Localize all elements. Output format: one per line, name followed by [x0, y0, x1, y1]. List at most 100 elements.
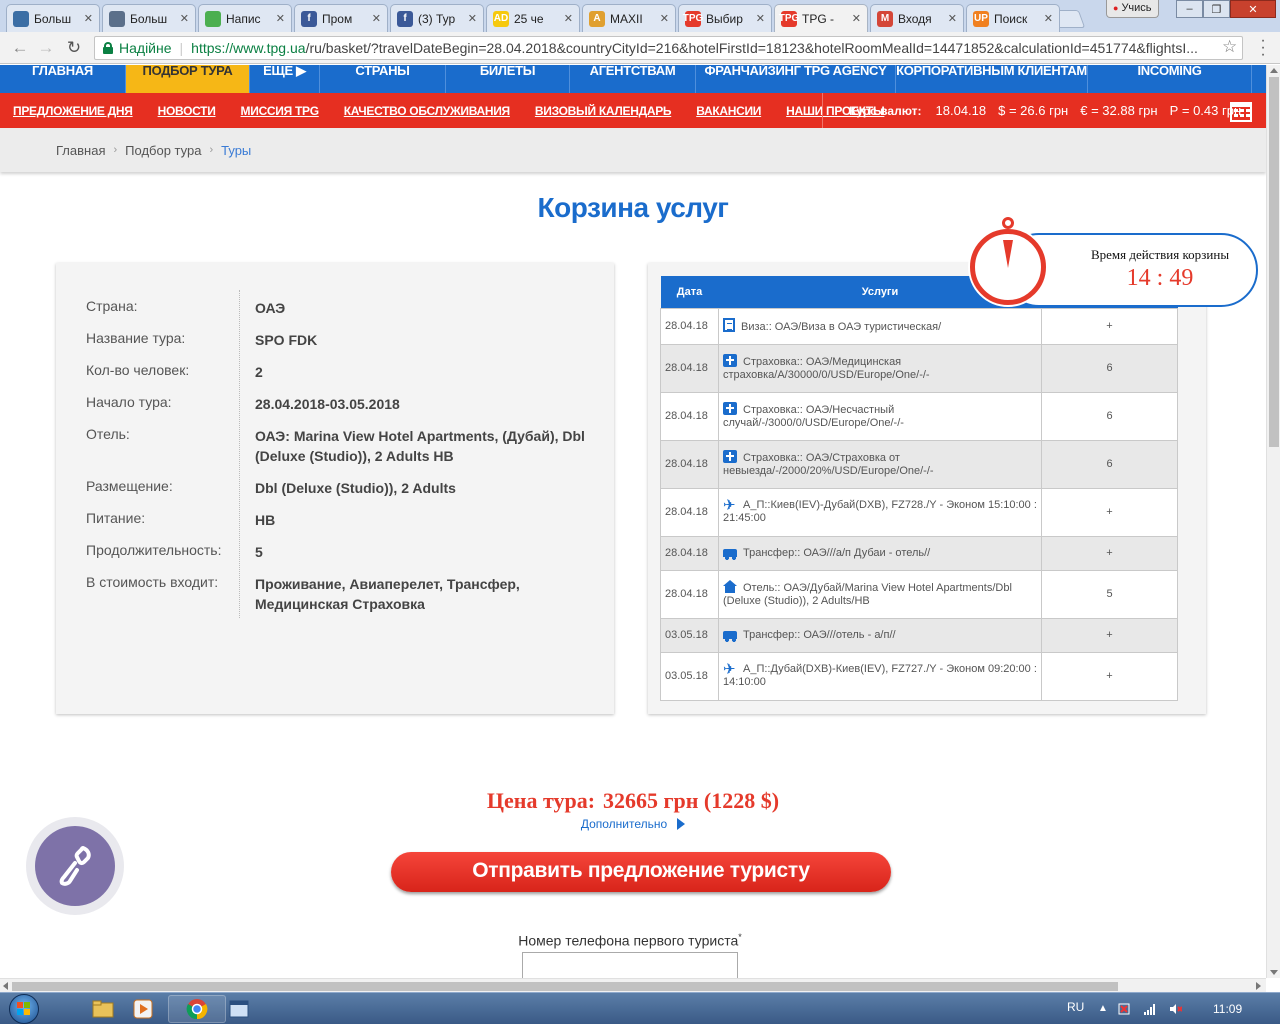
horizontal-scrollbar[interactable]: [0, 978, 1266, 992]
main-nav-item[interactable]: БИЛЕТЫ: [446, 65, 570, 93]
main-nav-item[interactable]: ГЛАВНАЯ: [0, 65, 126, 93]
sub-nav-link[interactable]: КАЧЕСТВО ОБСЛУЖИВАНИЯ: [344, 104, 510, 118]
main-nav-item[interactable]: АГЕНТСТВАМ: [570, 65, 696, 93]
sub-nav-link[interactable]: МИССИЯ TPG: [241, 104, 320, 118]
scroll-up-icon[interactable]: [1270, 68, 1278, 73]
breadcrumb-current[interactable]: Туры: [221, 143, 251, 158]
network-icon[interactable]: [1144, 1003, 1156, 1015]
calendar-icon[interactable]: [1230, 102, 1252, 122]
action-center-icon[interactable]: [1118, 1003, 1130, 1015]
browser-tab[interactable]: f Пром ✕: [294, 4, 388, 32]
media-player-taskbar-icon[interactable]: [114, 995, 172, 1023]
breadcrumb-home[interactable]: Главная: [56, 143, 105, 158]
vertical-scrollbar[interactable]: [1266, 65, 1280, 978]
main-nav-item[interactable]: СТРАНЫ: [320, 65, 446, 93]
close-tab-icon[interactable]: ✕: [852, 12, 861, 25]
table-row: 03.05.18 Трансфер:: ОАЭ///отель - а/п// +: [660, 617, 1178, 653]
close-tab-icon[interactable]: ✕: [180, 12, 189, 25]
tour-info-panel: Страна: ОАЭ Название тура: SPO FDK Кол-во че…: [56, 263, 614, 714]
scroll-right-icon[interactable]: [1256, 982, 1261, 990]
browser-tab[interactable]: Напис ✕: [198, 4, 292, 32]
callback-widget[interactable]: [26, 817, 124, 915]
close-tab-icon[interactable]: ✕: [660, 12, 669, 25]
main-nav-item[interactable]: ЕЩЕ ▶: [250, 65, 320, 93]
tour-info-value: HB: [255, 512, 276, 528]
tray-arrow-icon[interactable]: ▲: [1098, 1003, 1110, 1015]
browser-tab[interactable]: AD 25 че ✕: [486, 4, 580, 32]
browser-tab-label: MAXII: [610, 11, 643, 26]
service-quantity: +: [1041, 651, 1178, 701]
service-description: Трансфер:: ОАЭ///а/п Дубаи - отель//: [743, 546, 931, 559]
forward-arrow-icon[interactable]: →: [36, 38, 56, 58]
sub-nav-link[interactable]: ВАКАНСИИ: [696, 104, 761, 118]
service-cell: Страховка:: ОАЭ/Несчастный случай/-/3000…: [718, 391, 1042, 441]
start-button[interactable]: [4, 993, 46, 1024]
more-link[interactable]: Дополнительно: [0, 817, 1266, 831]
horizontal-scroll-thumb[interactable]: [12, 982, 1118, 991]
breadcrumb-tour-search[interactable]: Подбор тура: [125, 143, 201, 158]
window-taskbar-icon[interactable]: [210, 995, 268, 1023]
tour-info-value: 5: [255, 544, 263, 560]
close-tab-icon[interactable]: ✕: [372, 12, 381, 25]
minimize-button[interactable]: –: [1176, 0, 1203, 18]
browser-menu-icon[interactable]: · · ·: [1256, 33, 1270, 63]
browser-tab[interactable]: Больш ✕: [6, 4, 100, 32]
services-table: Дата Услуги 28.04.18 Виза:: ОАЭ/Виза в ОА…: [660, 276, 1178, 701]
close-tab-icon[interactable]: ✕: [468, 12, 477, 25]
back-arrow-icon[interactable]: ←: [10, 38, 30, 58]
document-icon: [723, 318, 735, 332]
main-nav-item[interactable]: ФРАНЧАЙЗИНГ TPG AGENCY: [696, 65, 896, 93]
close-tab-icon[interactable]: ✕: [756, 12, 765, 25]
volume-muted-icon[interactable]: [1170, 1003, 1183, 1015]
browser-tab[interactable]: TPG Выбир ✕: [678, 4, 772, 32]
close-tab-icon[interactable]: ✕: [276, 12, 285, 25]
close-tab-icon[interactable]: ✕: [84, 12, 93, 25]
language-indicator[interactable]: RU: [1067, 1000, 1084, 1014]
sub-nav-link[interactable]: НОВОСТИ: [158, 104, 216, 118]
browser-tab[interactable]: TPG TPG - ✕: [774, 4, 868, 32]
sub-nav-link[interactable]: ВИЗОВЫЙ КАЛЕНДАРЬ: [535, 104, 672, 118]
browser-tab[interactable]: Больш ✕: [102, 4, 196, 32]
service-quantity: +: [1041, 617, 1178, 653]
browser-tab[interactable]: M Входя ✕: [870, 4, 964, 32]
service-quantity: +: [1041, 307, 1178, 345]
tpg-icon: TPG: [779, 10, 799, 27]
browser-tab[interactable]: UP Поиск ✕: [966, 4, 1060, 32]
browser-tab-strip: ● Учись – ❐ ✕ Больш ✕ Больш ✕ Напис ✕ f Пром ✕ f (3…: [0, 0, 1280, 32]
table-row: 03.05.18 ✈ А_П::Дубай(DXB)-Киев(IEV), FZ72…: [660, 651, 1178, 701]
service-description: Виза:: ОАЭ/Виза в ОАЭ туристическая/: [741, 321, 942, 333]
browser-tab-label: TPG -: [802, 11, 834, 26]
main-nav-item[interactable]: ПОДБОР ТУРА: [126, 65, 250, 93]
gmail-icon: M: [877, 10, 893, 27]
sub-nav-link[interactable]: ПРЕДЛОЖЕНИЕ ДНЯ: [13, 104, 133, 118]
taskbar-clock[interactable]: 11:09: [1213, 1002, 1242, 1016]
close-tab-icon[interactable]: ✕: [1044, 12, 1053, 25]
phone-field-label: Номер телефона первого туриста*: [518, 932, 742, 949]
maximize-button[interactable]: ❐: [1203, 0, 1230, 18]
tour-info-value: Проживание, Авиаперелет, Трансфер, Медиц…: [255, 576, 520, 612]
service-description: Трансфер:: ОАЭ///отель - а/п//: [743, 628, 896, 641]
close-window-button[interactable]: ✕: [1230, 0, 1276, 18]
lock-icon: [103, 42, 113, 54]
close-tab-icon[interactable]: ✕: [564, 12, 573, 25]
address-bar[interactable]: Надійне | https://www.tpg.ua/ru/basket/?…: [94, 36, 1243, 60]
service-cell: Страховка:: ОАЭ/Медицинская страховка/A/…: [718, 343, 1042, 393]
main-nav-item[interactable]: INCOMING: [1088, 65, 1252, 93]
browser-tab[interactable]: f (3) Тур ✕: [390, 4, 484, 32]
price-label: Цена тура:: [486, 788, 596, 813]
phone-handset-icon: [59, 846, 91, 886]
send-offer-button[interactable]: Отправить предложение туристу: [391, 852, 891, 892]
tour-info-value: SPO FDK: [255, 332, 318, 348]
phone-input[interactable]: [522, 952, 738, 978]
bookmark-star-icon[interactable]: ☆: [1222, 37, 1237, 57]
currency-rates: Курс валют: 18.04.18 $ = 26.6 грн € = 32…: [822, 93, 1253, 128]
main-nav-item[interactable]: КОРПОРАТИВНЫМ КЛИЕНТАМ: [896, 65, 1088, 93]
chevron-right-icon: ›: [209, 144, 214, 156]
profile-button[interactable]: ● Учись: [1106, 0, 1159, 18]
scroll-down-icon[interactable]: [1270, 970, 1278, 975]
browser-tab[interactable]: A MAXII ✕: [582, 4, 676, 32]
vertical-scroll-thumb[interactable]: [1269, 77, 1279, 447]
close-tab-icon[interactable]: ✕: [948, 12, 957, 25]
reload-icon[interactable]: ↻: [64, 38, 84, 58]
scroll-left-icon[interactable]: [3, 982, 8, 990]
